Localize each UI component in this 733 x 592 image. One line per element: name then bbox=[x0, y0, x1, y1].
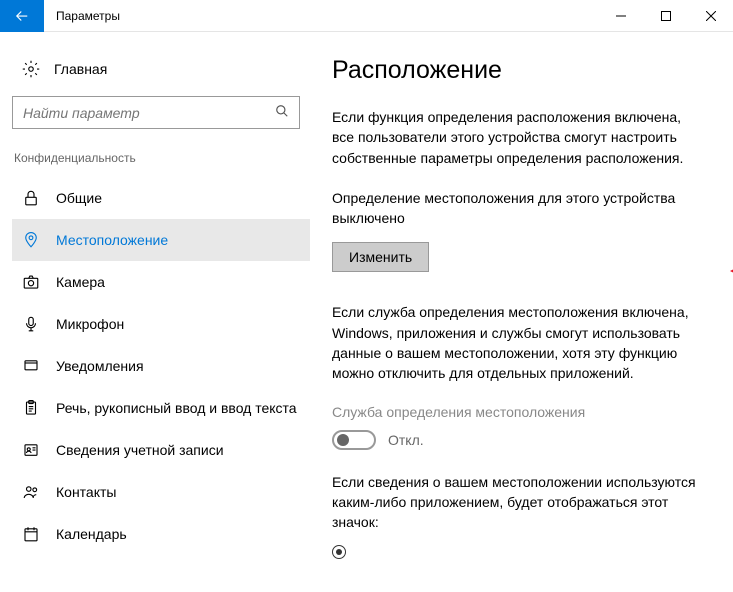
account-icon bbox=[22, 441, 40, 459]
sidebar-item-calendar[interactable]: Календарь bbox=[12, 513, 310, 555]
location-icon bbox=[22, 231, 40, 249]
contacts-icon bbox=[22, 483, 40, 501]
service-label: Служба определения местоположения bbox=[332, 404, 705, 420]
minimize-button[interactable] bbox=[598, 0, 643, 32]
maximize-icon bbox=[661, 11, 671, 21]
sidebar-item-camera[interactable]: Камера bbox=[12, 261, 310, 303]
nav-label: Микрофон bbox=[56, 316, 124, 332]
category-label: Конфиденциальность bbox=[12, 147, 310, 177]
search-input[interactable] bbox=[12, 96, 300, 129]
maximize-button[interactable] bbox=[643, 0, 688, 32]
sidebar-item-location[interactable]: Местоположение bbox=[12, 219, 310, 261]
search-icon bbox=[275, 104, 289, 121]
calendar-icon bbox=[22, 525, 40, 543]
nav-label: Общие bbox=[56, 190, 102, 206]
gear-icon bbox=[22, 60, 40, 78]
nav-label: Контакты bbox=[56, 484, 116, 500]
titlebar: Параметры bbox=[0, 0, 733, 32]
minimize-icon bbox=[616, 11, 626, 21]
description-2: Если служба определения местоположения в… bbox=[332, 302, 705, 383]
location-indicator-icon bbox=[332, 545, 346, 559]
location-service-toggle[interactable] bbox=[332, 430, 376, 450]
search-field[interactable] bbox=[23, 105, 275, 121]
sidebar-item-general[interactable]: Общие bbox=[12, 177, 310, 219]
clipboard-icon bbox=[22, 399, 40, 417]
window-title: Параметры bbox=[44, 9, 598, 23]
sidebar-item-account[interactable]: Сведения учетной записи bbox=[12, 429, 310, 471]
toggle-state-label: Откл. bbox=[388, 432, 424, 448]
sidebar-item-speech[interactable]: Речь, рукописный ввод и ввод текста bbox=[12, 387, 310, 429]
nav-label: Речь, рукописный ввод и ввод текста bbox=[56, 400, 297, 416]
camera-icon bbox=[22, 273, 40, 291]
page-heading: Расположение bbox=[332, 56, 705, 85]
description-3: Если сведения о вашем местоположении исп… bbox=[332, 472, 705, 533]
microphone-icon bbox=[22, 315, 40, 333]
sidebar-item-microphone[interactable]: Микрофон bbox=[12, 303, 310, 345]
close-icon bbox=[706, 11, 716, 21]
main-panel: Расположение Если функция определения ра… bbox=[310, 32, 733, 592]
notification-icon bbox=[22, 357, 40, 375]
sidebar-item-contacts[interactable]: Контакты bbox=[12, 471, 310, 513]
lock-icon bbox=[22, 189, 40, 207]
nav-label: Уведомления bbox=[56, 358, 144, 374]
nav-label: Календарь bbox=[56, 526, 127, 542]
home-label: Главная bbox=[54, 61, 107, 77]
location-service-toggle-row: Откл. bbox=[332, 430, 705, 450]
content-area: Главная Конфиденциальность Общие Местопо… bbox=[0, 32, 733, 592]
sidebar: Главная Конфиденциальность Общие Местопо… bbox=[0, 32, 310, 592]
arrow-left-icon bbox=[13, 7, 31, 25]
toggle-knob bbox=[337, 434, 349, 446]
sidebar-item-notifications[interactable]: Уведомления bbox=[12, 345, 310, 387]
home-nav-item[interactable]: Главная bbox=[12, 52, 310, 86]
nav-label: Камера bbox=[56, 274, 105, 290]
device-location-status: Определение местоположения для этого уст… bbox=[332, 188, 705, 229]
nav-label: Местоположение bbox=[56, 232, 168, 248]
window-controls bbox=[598, 0, 733, 32]
close-button[interactable] bbox=[688, 0, 733, 32]
description-1: Если функция определения расположения вк… bbox=[332, 107, 705, 168]
change-button[interactable]: Изменить bbox=[332, 242, 429, 272]
back-button[interactable] bbox=[0, 0, 44, 32]
nav-label: Сведения учетной записи bbox=[56, 442, 224, 458]
